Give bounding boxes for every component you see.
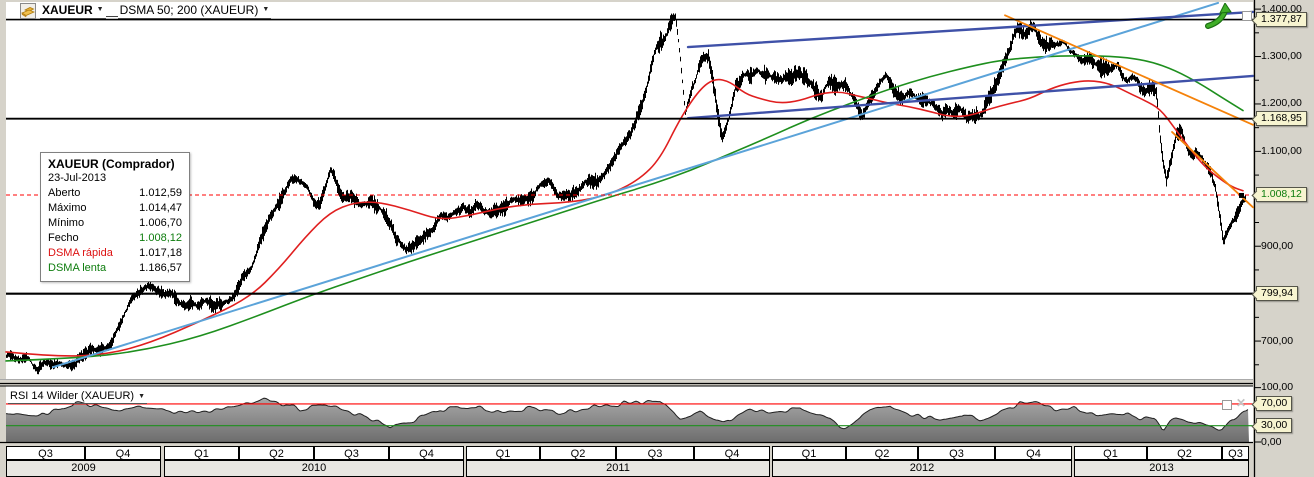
trading-chart-window: XAUEUR ▼ DSMA 50; 200 (XAUEUR) ▼ XAUEUR … — [0, 0, 1314, 477]
info-title: XAUEUR (Comprador) — [48, 157, 182, 171]
year-cell: 2012 — [772, 460, 1072, 477]
quarter-cell: Q3 — [918, 446, 995, 460]
quarter-cell: Q2 — [1147, 446, 1222, 460]
symbol-selector[interactable]: XAUEUR ▼ — [40, 3, 106, 19]
trendline-drag-handle[interactable] — [1242, 11, 1252, 21]
info-rows: Aberto 1.012,59 Máximo 1.014,47 Mínimo 1.006,… — [48, 186, 182, 276]
price-level-tag[interactable]: 1.377,87 — [1256, 12, 1307, 27]
quarter-cell: Q4 — [995, 446, 1072, 460]
price-tick-label: 1.200,00 — [1261, 97, 1302, 109]
year-cell: 2009 — [6, 460, 161, 477]
info-row-label: Aberto — [48, 186, 80, 201]
quarter-cell: Q3 — [1222, 446, 1249, 460]
info-row: Aberto 1.012,59 — [48, 186, 182, 201]
info-row: Fecho 1.008,12 — [48, 231, 182, 246]
info-row-label: Mínimo — [48, 216, 84, 231]
quarter-cell: Q2 — [239, 446, 314, 460]
rsi-indicator-name: RSI 14 Wilder (XAUEUR) — [10, 390, 134, 402]
indicator-name: DSMA 50; 200 (XAUEUR) — [120, 3, 259, 17]
quarter-cell: Q1 — [164, 446, 239, 460]
symbol-name: XAUEUR — [42, 3, 93, 17]
price-tick-label: 1.100,00 — [1261, 145, 1302, 157]
price-tick-label: 1.300,00 — [1261, 50, 1302, 62]
chart-header: XAUEUR ▼ DSMA 50; 200 (XAUEUR) ▼ — [20, 2, 271, 19]
info-row-value: 1.008,12 — [139, 231, 182, 246]
header-divider — [106, 4, 118, 17]
info-row-value: 1.014,47 — [139, 201, 182, 216]
quarter-cell: Q1 — [772, 446, 846, 460]
info-row-value: 1.012,59 — [139, 186, 182, 201]
info-row-value: 1.017,18 — [139, 246, 182, 261]
rsi-tick-label: 0,00 — [1261, 436, 1281, 448]
info-row-label: DSMA rápida — [48, 246, 113, 261]
info-row-label: Máximo — [48, 201, 87, 216]
year-cell: 2011 — [466, 460, 770, 477]
chart-canvas[interactable] — [0, 0, 1314, 477]
rsi-indicator-selector[interactable]: RSI 14 Wilder (XAUEUR) ▼ — [8, 390, 147, 404]
rsi-level-tag[interactable]: 70,00 — [1256, 396, 1292, 411]
quote-info-box: XAUEUR (Comprador) 23-Jul-2013 Aberto 1.0… — [40, 152, 190, 282]
year-cell: 2013 — [1074, 460, 1249, 477]
chevron-down-icon: ▼ — [97, 6, 104, 13]
quarter-cell: Q4 — [389, 446, 464, 460]
quarter-cell: Q3 — [314, 446, 389, 460]
delete-level-icon[interactable]: ✕ — [1236, 398, 1246, 408]
info-row: Mínimo 1.006,70 — [48, 216, 182, 231]
info-row: DSMA rápida 1.017,18 — [48, 246, 182, 261]
quarter-cell: Q2 — [846, 446, 918, 460]
indicator-selector[interactable]: DSMA 50; 200 (XAUEUR) ▼ — [118, 3, 272, 19]
chevron-down-icon: ▼ — [262, 6, 269, 13]
info-row-value: 1.006,70 — [139, 216, 182, 231]
rsi-tick-label: 100,00 — [1261, 381, 1293, 393]
quarter-cell: Q2 — [540, 446, 616, 460]
info-row-label: DSMA lenta — [48, 261, 106, 276]
quarter-cell: Q1 — [466, 446, 540, 460]
rsi-level-drag-handle[interactable] — [1222, 400, 1232, 410]
trend-validation-arrow-icon[interactable] — [1205, 3, 1237, 34]
quarter-cell: Q4 — [694, 446, 770, 460]
price-level-tag[interactable]: 799,94 — [1256, 286, 1298, 301]
info-row: DSMA lenta 1.186,57 — [48, 261, 182, 276]
quarter-cell: Q4 — [85, 446, 161, 460]
info-row: Máximo 1.014,47 — [48, 201, 182, 216]
quarter-cell: Q3 — [616, 446, 694, 460]
quarter-cell: Q1 — [1074, 446, 1147, 460]
info-date: 23-Jul-2013 — [48, 172, 182, 184]
year-cell: 2010 — [164, 460, 464, 477]
price-tick-label: 900,00 — [1261, 240, 1293, 252]
quarter-cell: Q3 — [6, 446, 85, 460]
chevron-down-icon: ▼ — [138, 393, 145, 400]
price-level-tag[interactable]: 1.168,95 — [1256, 111, 1307, 126]
info-row-value: 1.186,57 — [139, 261, 182, 276]
info-row-label: Fecho — [48, 231, 79, 246]
gold-ingot-icon — [20, 3, 36, 19]
price-level-tag[interactable]: 1.008,12 — [1256, 187, 1307, 202]
price-tick-label: 700,00 — [1261, 335, 1293, 347]
rsi-level-tag[interactable]: 30,00 — [1256, 418, 1292, 433]
